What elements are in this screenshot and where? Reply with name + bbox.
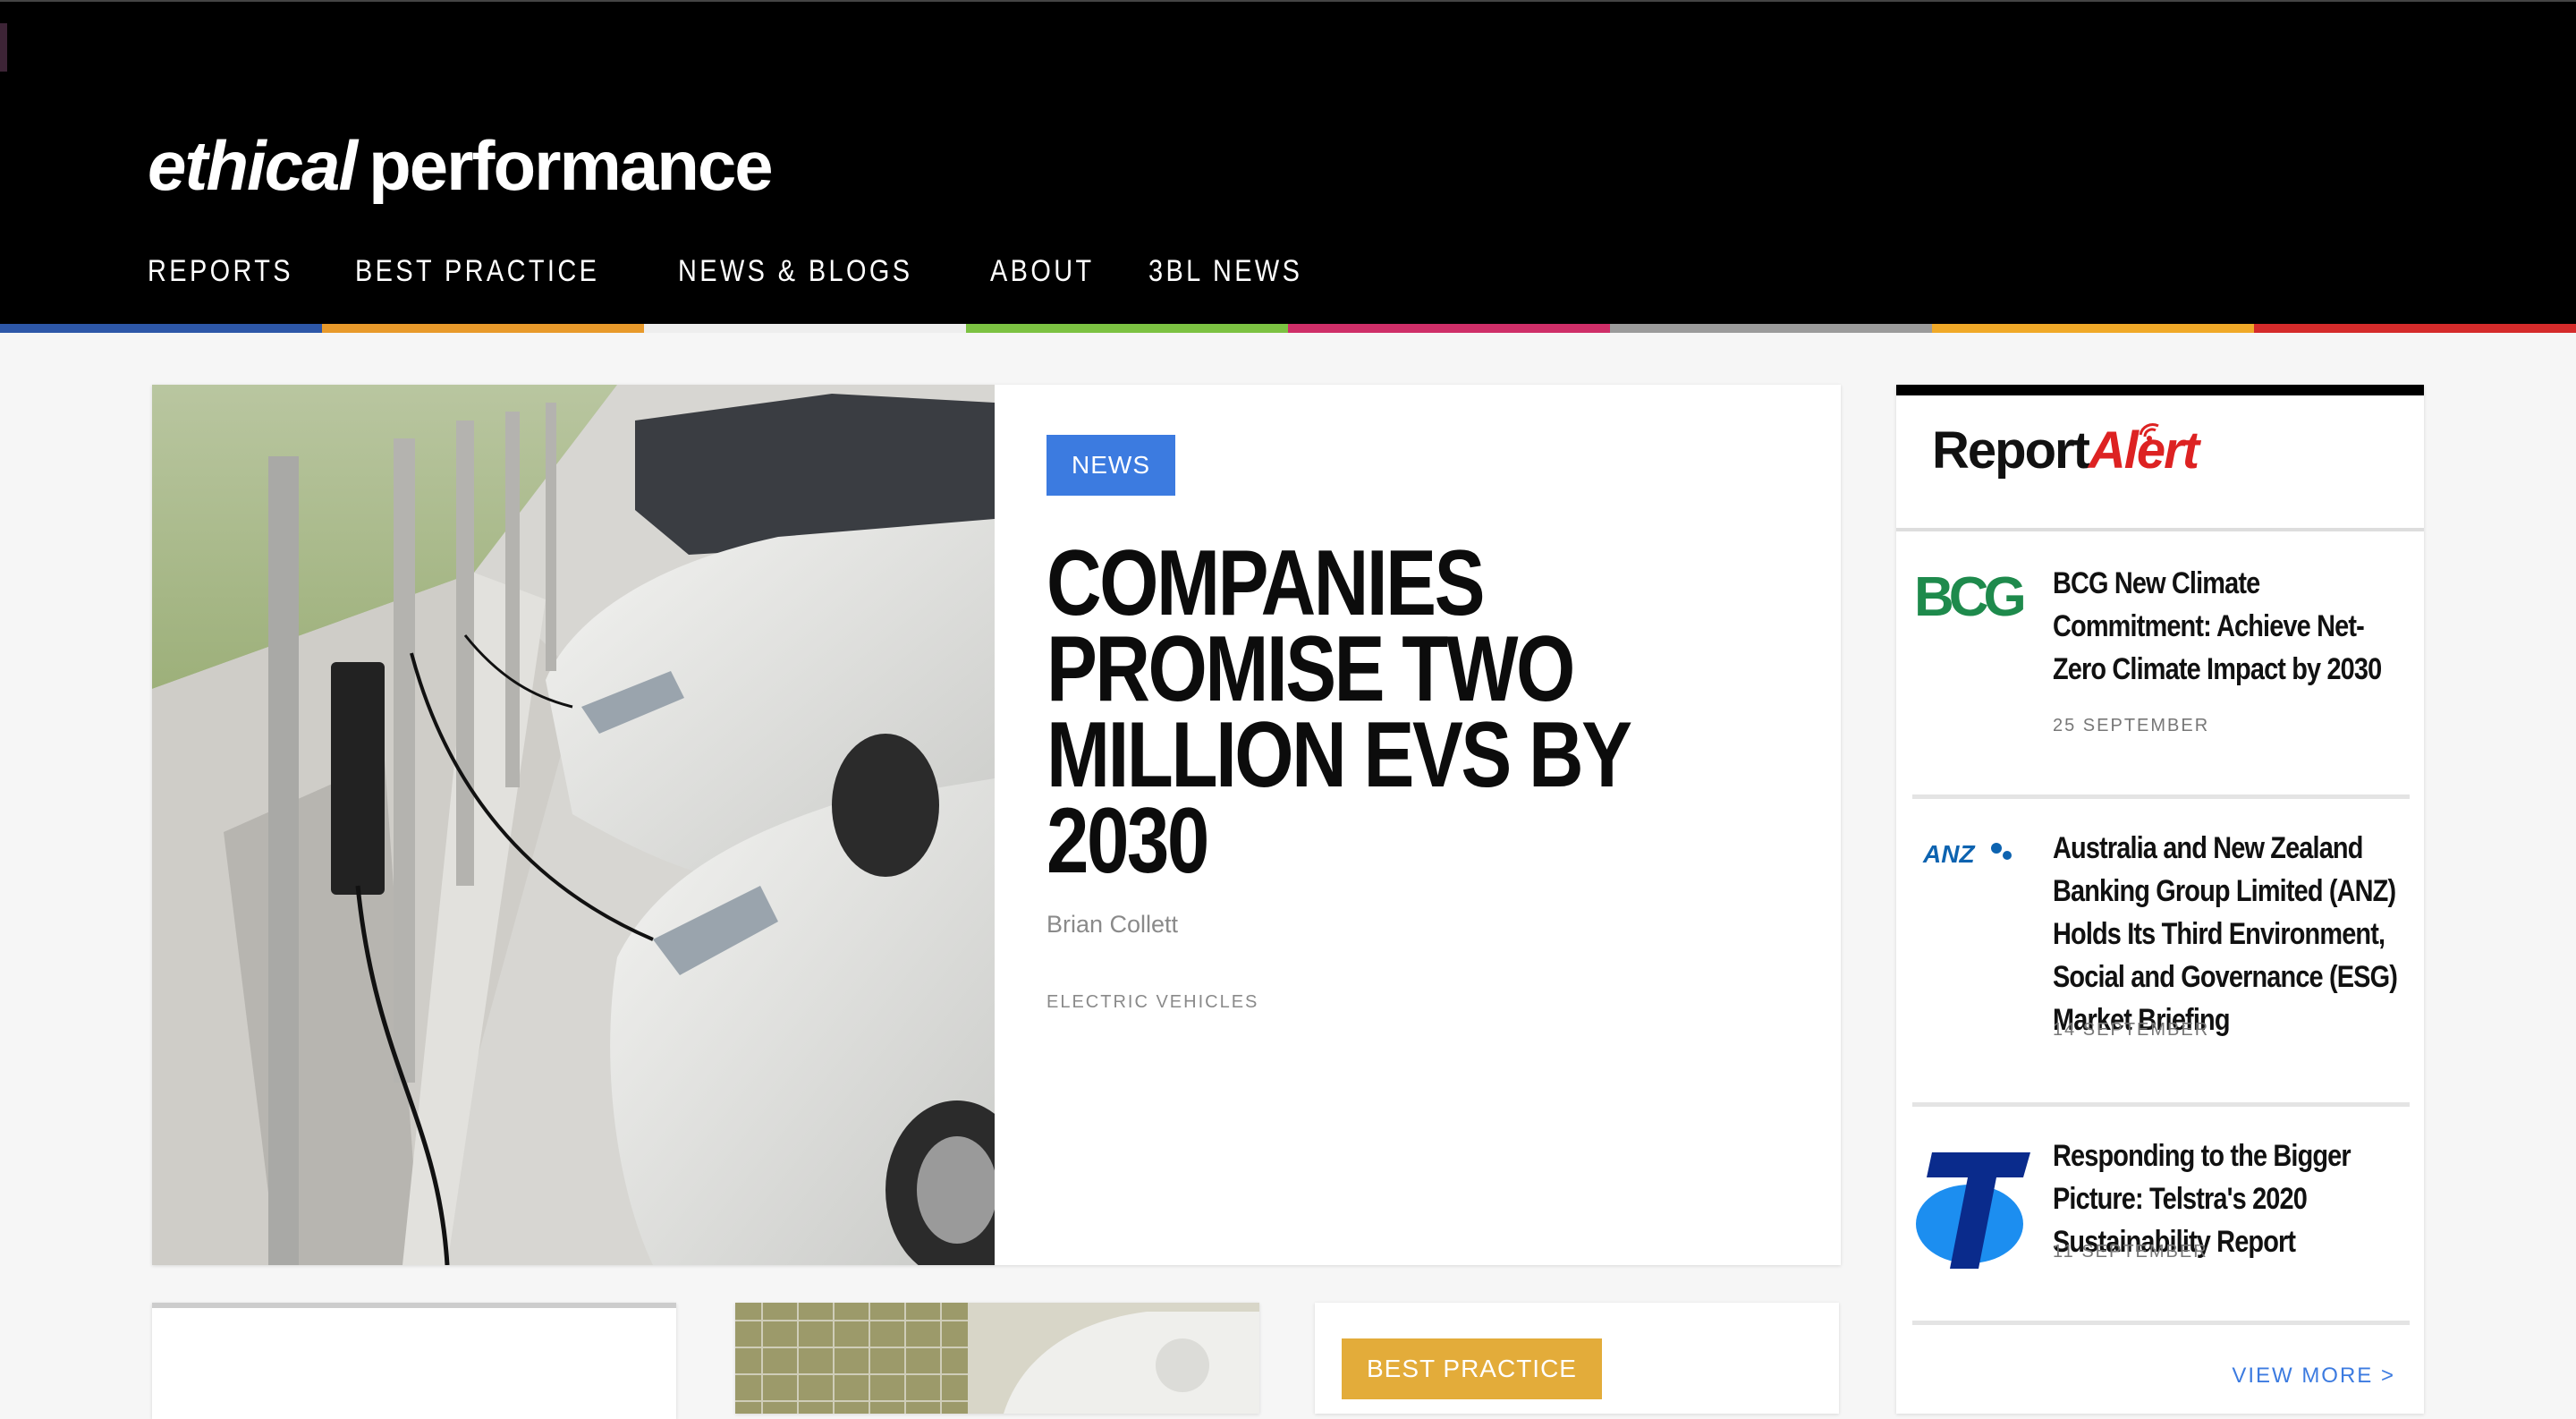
signal-icon <box>2139 423 2159 441</box>
main-nav: REPORTS BEST PRACTICE NEWS & BLOGS ABOUT… <box>148 254 1330 289</box>
logo-regular-text: performance <box>369 126 773 205</box>
item-separator <box>1912 794 2410 799</box>
svg-text:BCG: BCG <box>1914 566 2024 628</box>
news-tag[interactable]: NEWS <box>1046 435 1175 496</box>
bcg-logo-icon: BCG <box>1914 566 2029 628</box>
article-card-2[interactable] <box>735 1303 1259 1414</box>
feature-headline[interactable]: COMPANIES PROMISE TWO MILLION EVS BY 203… <box>1046 537 1780 888</box>
item-separator <box>1912 1102 2410 1107</box>
alert-item-bcg[interactable]: BCG BCG New Climate Commitment: Achieve … <box>1914 562 2408 741</box>
feature-body: NEWS COMPANIES PROMISE TWO MILLION EVS B… <box>1046 435 1780 1013</box>
svg-text:ANZ: ANZ <box>1922 840 1975 868</box>
site-logo[interactable]: ethical performance <box>148 131 774 200</box>
header-topline <box>0 0 2576 2</box>
article-card-3[interactable]: BEST PRACTICE <box>1315 1303 1839 1414</box>
nav-item-3bl-news[interactable]: 3BL NEWS <box>1148 254 1302 289</box>
telstra-logo-icon <box>1916 1152 2030 1269</box>
color-strip <box>0 324 2576 333</box>
electric-car-charging-photo[interactable] <box>152 385 995 1265</box>
nav-item-news-blogs[interactable]: NEWS & BLOGS <box>678 254 912 289</box>
alert-item-telstra[interactable]: Responding to the Bigger Picture: Telstr… <box>1914 1134 2408 1313</box>
card-2-photo <box>735 1303 1259 1414</box>
alert-title[interactable]: BCG New Climate Commitment: Achieve Net-… <box>2053 562 2411 691</box>
sidebar-divider <box>1896 528 2424 531</box>
alert-title[interactable]: Australia and New Zealand Banking Group … <box>2053 827 2411 1041</box>
feature-article-card[interactable]: NEWS COMPANIES PROMISE TWO MILLION EVS B… <box>152 385 1841 1265</box>
alert-date: 11 SEPTEMBER <box>2053 1242 2208 1262</box>
alert-date: 25 SEPTEMBER <box>2053 716 2210 735</box>
anz-logo-icon: ANZ <box>1922 840 2012 868</box>
nav-item-reports[interactable]: REPORTS <box>148 254 293 289</box>
report-alert-logo-report: Report <box>1932 421 2090 480</box>
alert-date: 14 SEPTEMBER <box>2053 1020 2210 1040</box>
alert-item-anz[interactable]: ANZ Australia and New Zealand Banking Gr… <box>1914 827 2408 1050</box>
article-card-1[interactable] <box>152 1303 676 1419</box>
view-more-link[interactable]: VIEW MORE > <box>2232 1364 2395 1389</box>
nav-item-about[interactable]: ABOUT <box>990 254 1095 289</box>
sidebar-top-bar <box>1896 385 2424 395</box>
logo-italic-text: ethical <box>148 126 358 205</box>
site-header: ethical performance REPORTS BEST PRACTICE… <box>0 0 2576 324</box>
admin-marker <box>0 23 7 72</box>
item-separator <box>1912 1321 2410 1325</box>
best-practice-tag[interactable]: BEST PRACTICE <box>1342 1338 1602 1399</box>
report-alert-sidebar: ReportAlert BCG BCG New Climate Commitme… <box>1896 385 2424 1414</box>
feature-author[interactable]: Brian Collett <box>1046 911 1780 939</box>
nav-item-best-practice[interactable]: BEST PRACTICE <box>355 254 599 289</box>
feature-category[interactable]: ELECTRIC VEHICLES <box>1046 992 1780 1013</box>
